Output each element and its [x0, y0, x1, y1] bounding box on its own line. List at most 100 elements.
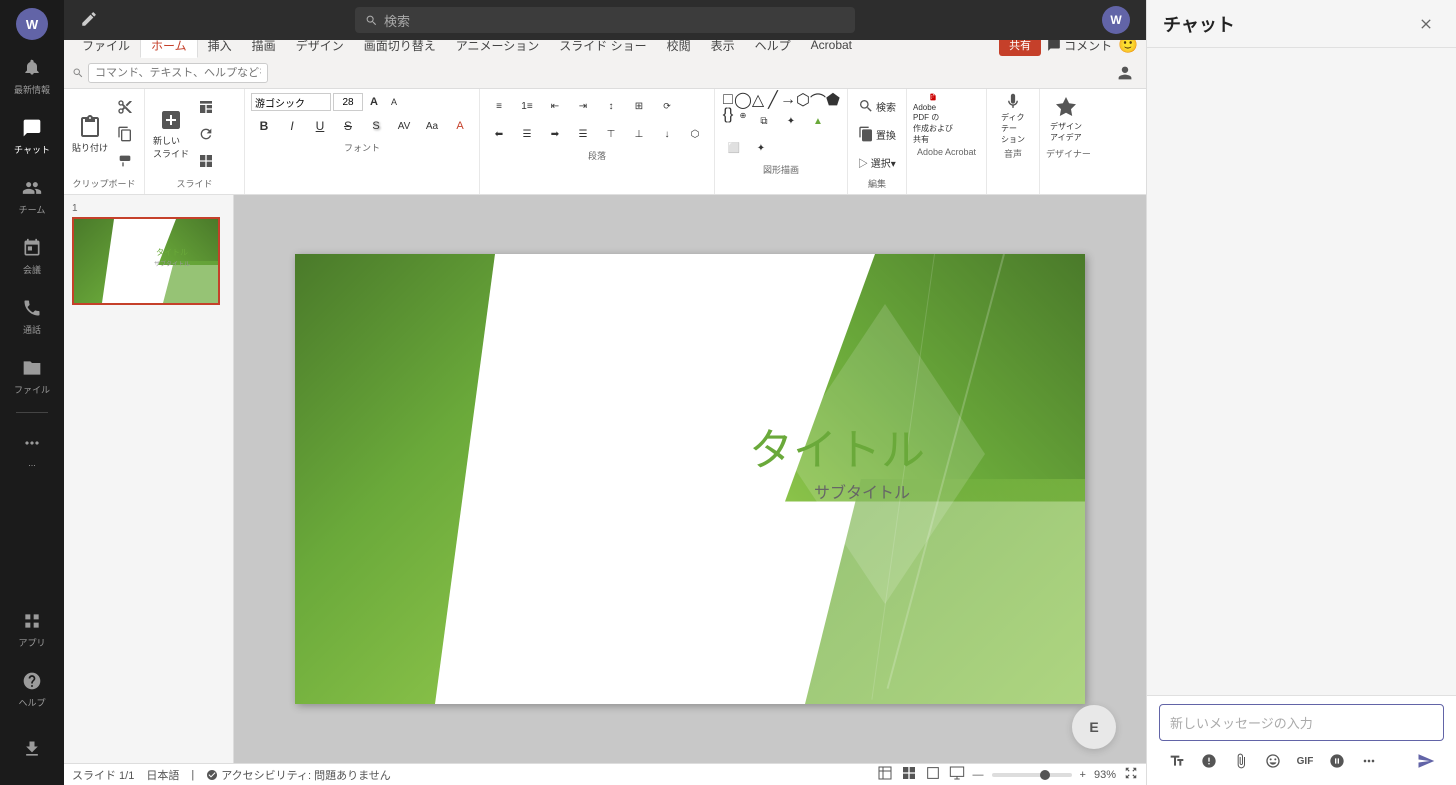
shape-1[interactable]: □ — [721, 93, 735, 107]
new-slide-button[interactable]: 新しいスライド — [151, 108, 191, 160]
view-grid-button[interactable] — [901, 765, 917, 784]
shape-3[interactable]: △ — [751, 93, 765, 107]
zoom-level: 93% — [1094, 769, 1116, 781]
shape-6[interactable]: ⬡ — [796, 93, 810, 107]
view-presenter-button[interactable] — [949, 765, 965, 784]
view-reading-button[interactable] — [925, 765, 941, 784]
increase-font-button[interactable]: A — [365, 93, 383, 111]
cut-button[interactable] — [112, 94, 138, 120]
decrease-indent-button[interactable]: ⇤ — [542, 93, 568, 119]
search-button[interactable]: 検索 — [854, 93, 900, 119]
smartart-button[interactable]: ⬡ — [682, 121, 708, 147]
shape-9[interactable]: {} — [721, 108, 735, 122]
user-avatar[interactable]: W — [16, 8, 48, 40]
slide-title[interactable]: タイトル — [749, 414, 925, 478]
font-name-input[interactable] — [251, 93, 331, 111]
fit-slide-button[interactable] — [1124, 766, 1138, 783]
chat-close-button[interactable] — [1412, 10, 1440, 38]
font-color-button[interactable]: A — [447, 113, 473, 139]
numbered-list-button[interactable]: 1≡ — [514, 93, 540, 119]
slide-label: スライド — [151, 175, 238, 190]
zoom-slider[interactable] — [992, 773, 1072, 777]
bullet-list-button[interactable]: ≡ — [486, 93, 512, 119]
chat-gif-button[interactable]: GIF — [1291, 747, 1319, 775]
replace-button[interactable]: 置換 — [854, 121, 900, 147]
shape-2[interactable]: ◯ — [736, 93, 750, 107]
decrease-font-button[interactable]: A — [385, 93, 403, 111]
sidebar-item-calls[interactable]: 通話 — [4, 288, 60, 344]
clipboard-section: 貼り付け クリップボード — [64, 89, 145, 194]
clipboard-label: クリップボード — [70, 175, 138, 190]
copy-button[interactable] — [112, 121, 138, 147]
font-size-input[interactable] — [333, 93, 363, 111]
chat-importance-button[interactable] — [1195, 747, 1223, 775]
teams-search-box[interactable]: 検索 — [355, 7, 855, 33]
slide-main[interactable]: タイトル サブタイトル — [295, 254, 1085, 704]
align-bottom-button[interactable]: ↓ — [654, 121, 680, 147]
view-normal-button[interactable] — [877, 765, 893, 784]
sidebar-item-chat[interactable]: チャット — [4, 108, 60, 164]
sidebar-item-help[interactable]: ヘルプ — [4, 661, 60, 717]
sidebar-item-activity[interactable]: 最新情報 — [4, 48, 60, 104]
align-left-button[interactable]: ⬅ — [486, 121, 512, 147]
sidebar-item-download[interactable] — [4, 721, 60, 777]
shape-4[interactable]: ╱ — [766, 93, 780, 107]
align-middle-button[interactable]: ⊥ — [626, 121, 652, 147]
top-user-avatar[interactable]: W — [1102, 6, 1130, 34]
dictation-button[interactable]: ディクテーション — [993, 93, 1033, 145]
shape-10[interactable]: ⊕ — [736, 108, 750, 122]
floating-button[interactable]: E — [1072, 705, 1116, 749]
search-placeholder: 検索 — [384, 11, 410, 30]
slide-canvas[interactable]: タイトル サブタイトル — [234, 195, 1146, 763]
chat-emoji-button[interactable] — [1259, 747, 1287, 775]
select-button[interactable]: ▷ 選択▾ — [854, 149, 900, 175]
chat-more-button[interactable] — [1355, 747, 1383, 775]
sidebar-item-teams[interactable]: チーム — [4, 168, 60, 224]
arrange-button[interactable]: ⧉ — [751, 108, 777, 134]
shadow-button[interactable]: S — [363, 113, 389, 139]
slide-subtitle[interactable]: サブタイトル — [814, 479, 910, 503]
char-spacing-button[interactable]: AV — [391, 113, 417, 139]
underline-button[interactable]: U — [307, 113, 333, 139]
shape-5[interactable]: → — [781, 93, 795, 107]
bold-button[interactable]: B — [251, 113, 277, 139]
shape-outline-button[interactable]: ⬜ — [721, 135, 747, 161]
adobe-pdf-button[interactable]: Adobe PDF の作成および共有 — [913, 93, 953, 145]
user-icon[interactable] — [1112, 60, 1138, 86]
ribbon-search-input[interactable] — [88, 63, 268, 83]
sidebar-item-meetings[interactable]: 会議 — [4, 228, 60, 284]
slide-thumbnail-1[interactable]: タイトル サブタイトル — [72, 217, 220, 305]
sidebar-label-teams: チーム — [19, 203, 46, 216]
align-top-button[interactable]: ⊤ — [598, 121, 624, 147]
sidebar-item-more[interactable]: ... — [4, 421, 60, 477]
chat-message-input[interactable]: 新しいメッセージの入力 — [1159, 704, 1444, 741]
align-center-button[interactable]: ☰ — [514, 121, 540, 147]
compose-button[interactable] — [80, 10, 98, 31]
paste-button[interactable]: 貼り付け — [70, 108, 110, 160]
format-painter-button[interactable] — [112, 148, 138, 174]
section-button[interactable] — [193, 148, 219, 174]
column-button[interactable]: ⊞ — [626, 93, 652, 119]
layout-button[interactable] — [193, 94, 219, 120]
reset-button[interactable] — [193, 121, 219, 147]
chat-attach-button[interactable] — [1227, 747, 1255, 775]
sidebar-item-files[interactable]: ファイル — [4, 348, 60, 404]
shape-8[interactable]: ⬟ — [826, 93, 840, 107]
align-right-button[interactable]: ➡ — [542, 121, 568, 147]
strikethrough-button[interactable]: S — [335, 113, 361, 139]
increase-indent-button[interactable]: ⇥ — [570, 93, 596, 119]
text-direction-button[interactable]: ⟳ — [654, 93, 680, 119]
sidebar-item-apps[interactable]: アプリ — [4, 601, 60, 657]
designer-button[interactable]: デザインアイデア — [1046, 93, 1086, 145]
line-spacing-button[interactable]: ↕ — [598, 93, 624, 119]
chat-send-button[interactable] — [1412, 747, 1440, 775]
chat-sticker-button[interactable] — [1323, 747, 1351, 775]
shape-fill-button[interactable]: ▲ — [805, 108, 831, 134]
italic-button[interactable]: I — [279, 113, 305, 139]
shape-7[interactable]: ⌒ — [811, 93, 825, 107]
justify-button[interactable]: ☰ — [570, 121, 596, 147]
shape-effects-button[interactable]: ✦ — [748, 135, 774, 161]
quick-styles-button[interactable]: ✦ — [778, 108, 804, 134]
text-case-button[interactable]: Aa — [419, 113, 445, 139]
chat-format-button[interactable] — [1163, 747, 1191, 775]
